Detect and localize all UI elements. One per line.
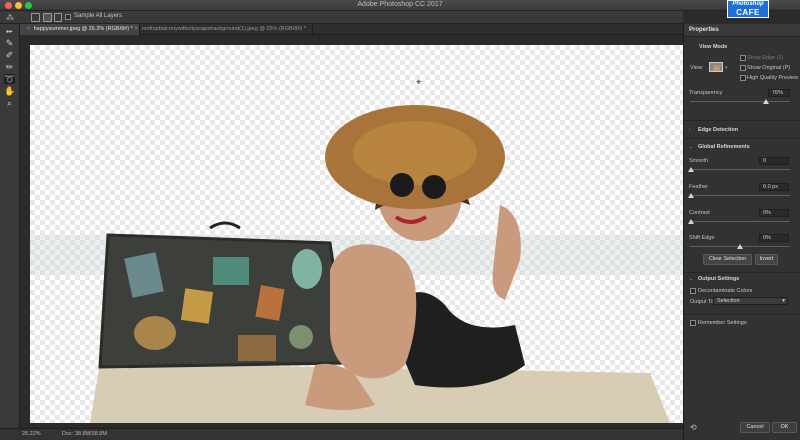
show-original-checkbox[interactable] [740,65,746,71]
quick-selection-brush-icon[interactable]: ✎ [4,38,15,48]
status-bar: 26.22% Doc: 38.8M/38.8M [0,428,683,440]
transparency-slider-knob[interactable] [763,99,769,104]
feather-slider-knob[interactable] [688,193,694,198]
tools-panel: ▸▸ ✎ ✐ ✏ ➰ ✋ ⌕ [0,24,20,428]
collapse-toolbar-icon[interactable]: ▸▸ [4,27,15,37]
properties-panel-header: Properties [684,24,800,37]
photoshop-cafe-logo: Photoshop CAFE [727,0,769,18]
document-tabs: ✕ happysummer.jpeg @ 26.2% (RGB/8#) * ✕ ro… [20,24,683,35]
reset-icon[interactable]: ⟲ [690,423,697,432]
view-mode-thumbnail[interactable] [709,62,723,72]
close-tab-icon[interactable]: ✕ [134,26,139,32]
contrast-label: Contrast [689,210,710,216]
view-label: View: [690,65,704,71]
hand-icon[interactable]: ✋ [4,86,15,96]
brush-settings-icon[interactable] [54,13,62,22]
tool-preset-icon[interactable]: ⁂ [6,13,15,22]
ok-button[interactable]: OK [772,422,797,433]
output-to-chevron-icon: ▾ [782,298,785,304]
show-edge-checkbox[interactable] [740,55,746,61]
brush-icon[interactable]: ✏ [4,62,15,72]
options-bar: ⁂ Sample All Layers [0,11,683,24]
shift-edge-label: Shift Edge [689,235,715,241]
panel-title: Properties [689,27,719,33]
transparency-field[interactable]: 76% [768,89,790,97]
global-refinements-chevron-icon[interactable]: ⌄ [689,144,693,150]
properties-panel: Properties View Mode Show Edge (J) View:… [683,24,800,440]
invert-button[interactable]: Invert [755,254,778,265]
lasso-icon[interactable]: ➰ [4,74,15,84]
title-bar: Adobe Photoshop CC 2017 [0,0,800,11]
document-canvas[interactable] [30,45,683,423]
close-tab-icon[interactable]: ✕ [26,26,31,32]
zoom-level[interactable]: 26.22% [22,429,41,440]
smooth-slider-knob[interactable] [688,167,694,172]
feather-slider-track[interactable] [690,195,790,196]
edge-detection-heading[interactable]: Edge Detection [698,127,738,133]
refine-edge-brush-icon[interactable]: ✐ [4,50,15,60]
sample-all-layers-checkbox[interactable] [65,14,71,20]
output-settings-chevron-icon[interactable]: ⌄ [689,276,693,282]
remember-settings-label: Remember Settings [698,320,747,326]
high-quality-preview-checkbox[interactable] [740,75,746,81]
show-edge-label: Show Edge (J) [747,55,784,61]
show-original-label: Show Original (P) [747,65,791,71]
remember-settings-checkbox[interactable] [690,320,696,326]
transparency-label: Transparency [689,90,723,96]
photoshop-window: Adobe Photoshop CC 2017 Photoshop CAFE ⁂… [0,0,800,440]
contrast-slider-track[interactable] [690,221,790,222]
smooth-label: Smooth [689,158,708,164]
clear-selection-button[interactable]: Clear Selection [703,254,752,265]
smooth-slider-track[interactable] [690,169,790,170]
decontaminate-colors-label: Decontaminate Colors [698,288,753,294]
output-to-label: Output To: [690,299,716,305]
transparency-slider-track[interactable] [690,101,790,102]
feather-field[interactable]: 0.0 px [759,183,789,191]
tab-happysummer[interactable]: ✕ happysummer.jpeg @ 26.2% (RGB/8#) * [20,24,140,35]
subtract-from-selection-icon[interactable] [43,13,52,22]
decontaminate-colors-checkbox[interactable] [690,288,696,294]
canvas-area[interactable]: ⌖ [20,35,683,428]
global-refinements-heading[interactable]: Global Refinements [698,144,750,150]
shift-edge-slider-knob[interactable] [737,244,743,249]
sample-all-layers-label: Sample All Layers [74,13,123,19]
beach-photo-cutout [30,105,683,423]
tab-rooftop[interactable]: ✕ rooftopbalconywithcityscapebackground(1… [128,24,313,35]
edge-detection-chevron-icon[interactable]: › [689,127,691,133]
contrast-field[interactable]: 0% [759,209,789,217]
smooth-field[interactable]: 0 [759,157,789,165]
view-mode-heading: View Mode [699,44,728,50]
high-quality-preview-label: High Quality Preview [747,75,799,81]
output-settings-heading[interactable]: Output Settings [698,276,739,282]
window-title: Adobe Photoshop CC 2017 [357,1,443,8]
shift-edge-field[interactable]: 0% [759,234,789,242]
contrast-slider-knob[interactable] [688,219,694,224]
add-to-selection-icon[interactable] [31,13,40,22]
cancel-button[interactable]: Cancel [740,422,770,433]
cursor-pointer-icon: ⌖ [416,77,422,87]
zoom-icon[interactable]: ⌕ [4,98,15,108]
suitcase [98,221,350,369]
feather-label: Feather [689,184,708,190]
output-to-select[interactable]: Selection ▾ [713,297,788,305]
view-dropdown-chevron-icon[interactable]: ▾ [725,65,728,71]
document-size[interactable]: Doc: 38.8M/38.8M [62,429,107,440]
